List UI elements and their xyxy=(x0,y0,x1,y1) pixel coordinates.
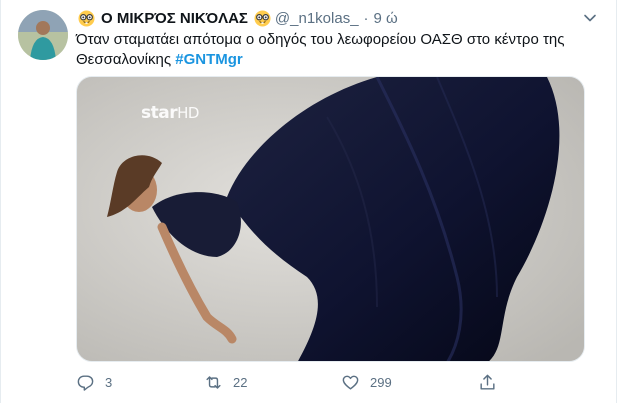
tweet-text-line: Όταν σταματάει απότομα ο οδηγός του λεωφ… xyxy=(76,31,565,48)
reply-icon xyxy=(77,374,94,391)
like-button[interactable]: 299 xyxy=(341,370,392,394)
reply-count: 3 xyxy=(105,374,113,390)
author-handle[interactable]: @_n1kolas_ xyxy=(275,10,359,27)
avatar[interactable] xyxy=(18,10,68,60)
tweet-header: Ο ΜΙΚΡΌΣ ΝΙΚΌΛΑΣ @_n1kolas_ · 9 ώ xyxy=(76,8,398,28)
nerd-face-emoji-icon xyxy=(254,10,271,27)
like-count: 299 xyxy=(370,374,392,390)
heart-icon xyxy=(342,375,359,390)
separator-dot: · xyxy=(363,9,369,27)
retweet-icon xyxy=(206,375,221,389)
retweet-button[interactable]: 22 xyxy=(204,370,247,394)
nerd-face-emoji-icon xyxy=(78,10,95,27)
reply-button[interactable]: 3 xyxy=(76,370,112,394)
retweet-count: 22 xyxy=(233,374,248,390)
tweet-media-image[interactable]: starHD xyxy=(76,76,585,362)
tweet-text-line-2: Θεσσαλονίκης #GNTMgr xyxy=(76,50,596,70)
tweet-text-place: Θεσσαλονίκης xyxy=(76,51,172,68)
share-button[interactable] xyxy=(478,370,507,394)
hashtag-link[interactable]: #GNTMgr xyxy=(175,51,243,68)
starhd-watermark: starHD xyxy=(141,103,199,123)
tweet[interactable]: Ο ΜΙΚΡΌΣ ΝΙΚΌΛΑΣ @_n1kolas_ · 9 ώ Όταν σ… xyxy=(0,0,617,403)
chevron-down-icon[interactable] xyxy=(582,10,598,26)
tweet-text: Όταν σταματάει απότομα ο οδηγός του λεωφ… xyxy=(76,30,596,70)
author-display-name[interactable]: Ο ΜΙΚΡΌΣ ΝΙΚΌΛΑΣ xyxy=(101,10,248,27)
watermark-star: star xyxy=(141,103,178,123)
tweet-timestamp[interactable]: 9 ώ xyxy=(374,10,398,27)
tweet-actions: 3 22 299 xyxy=(76,370,585,394)
watermark-hd: HD xyxy=(177,104,199,122)
share-icon xyxy=(480,374,495,390)
